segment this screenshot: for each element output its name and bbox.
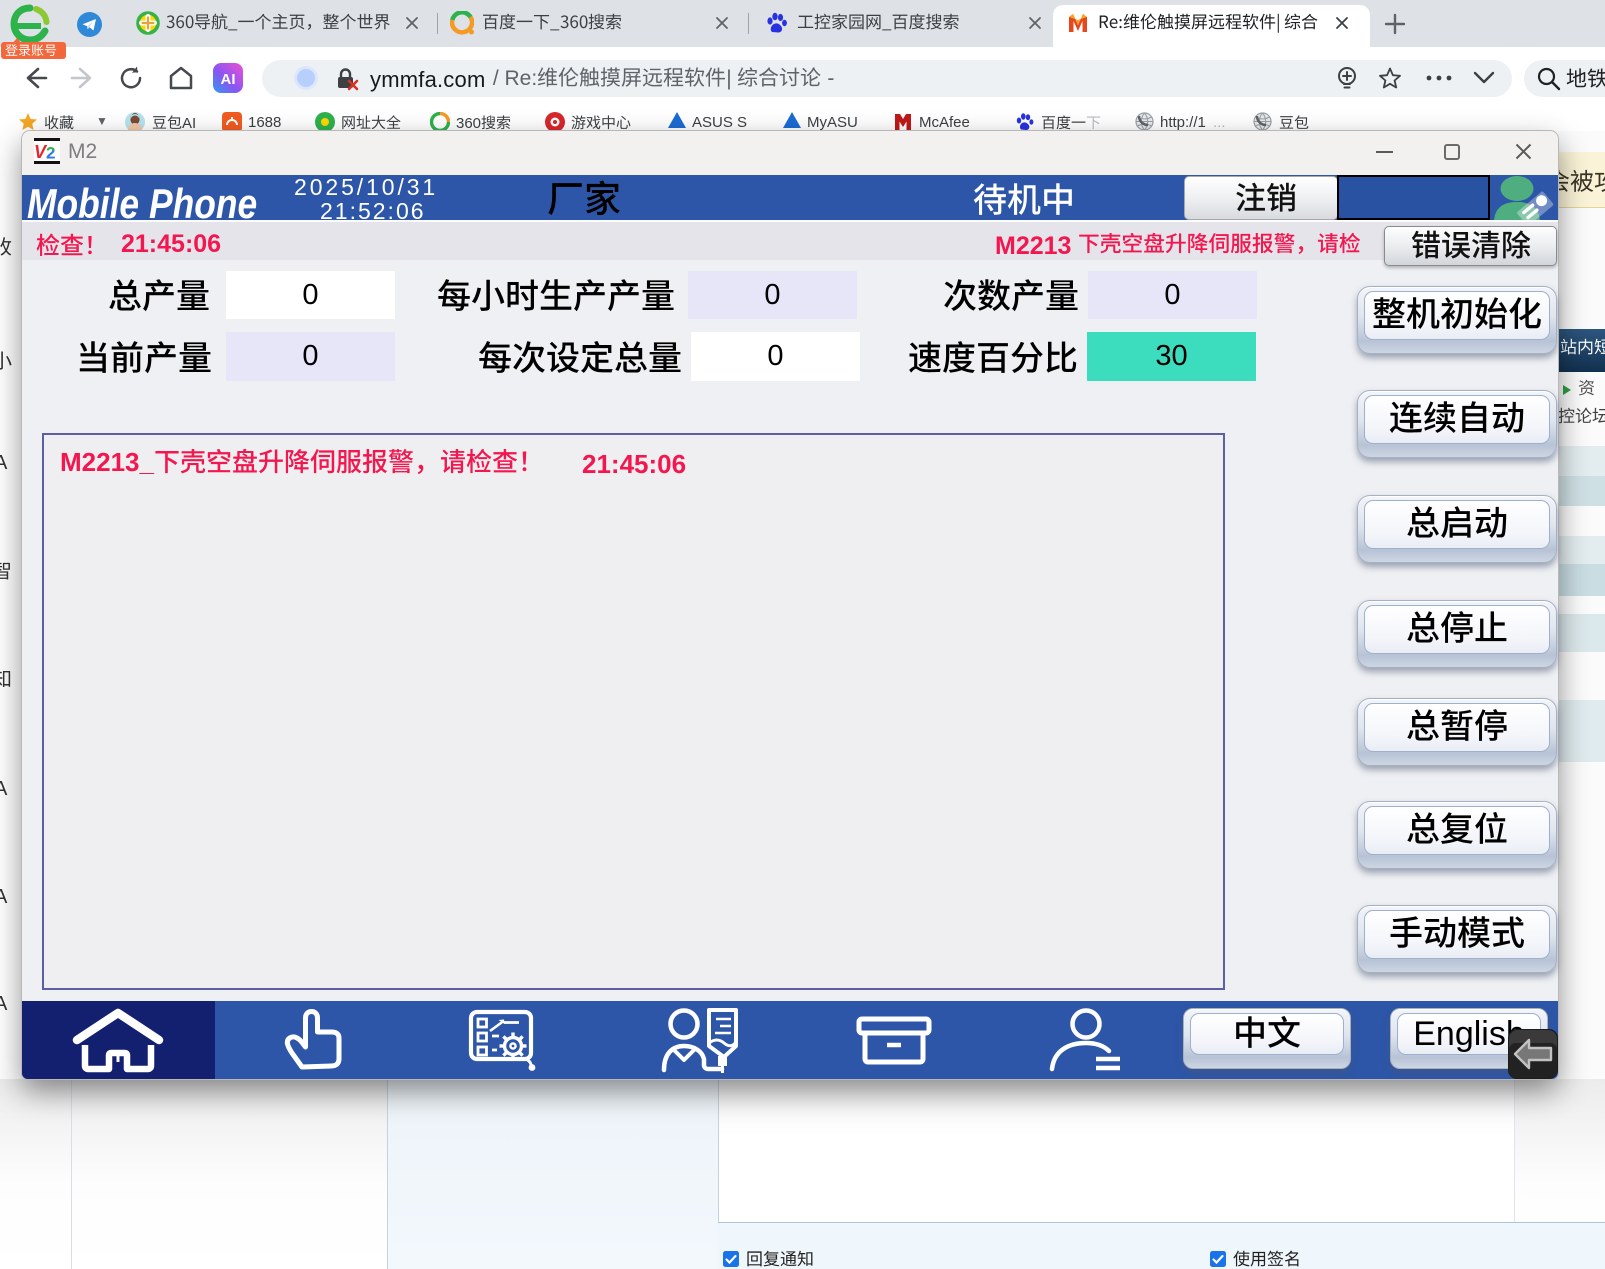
svg-text:AI: AI	[221, 71, 236, 88]
